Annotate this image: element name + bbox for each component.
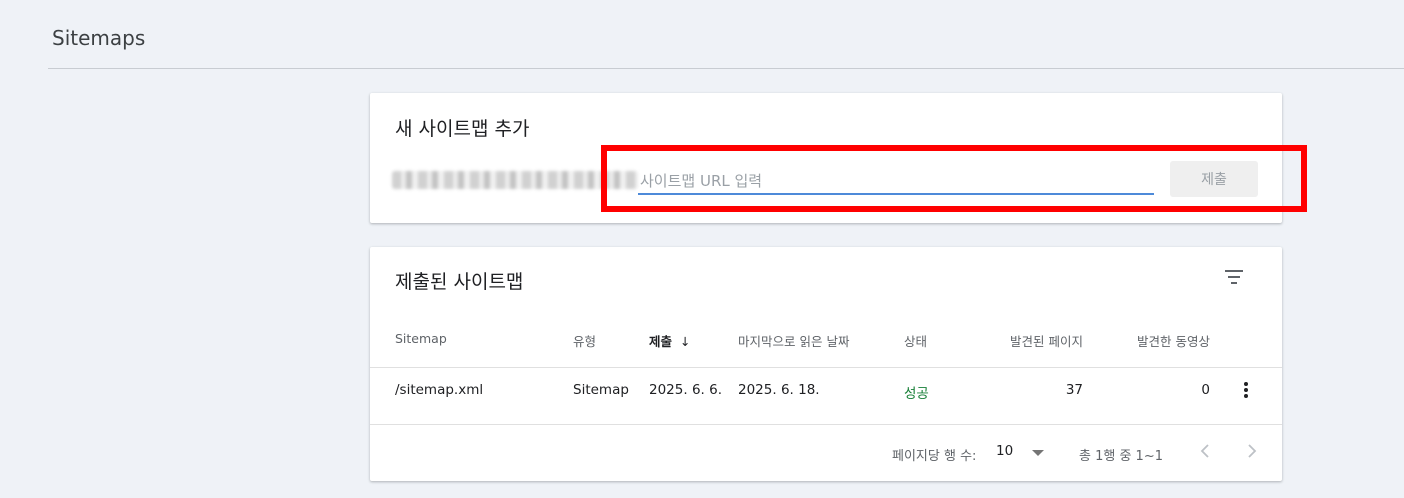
column-header-last-read[interactable]: 마지막으로 읽은 날짜 xyxy=(738,331,849,350)
cell-pages-found: 37 xyxy=(1065,382,1083,398)
cell-submitted: 2025. 6. 6. xyxy=(649,382,722,398)
column-header-status[interactable]: 상태 xyxy=(904,331,927,350)
page-title: Sitemaps xyxy=(52,26,146,50)
more-vert-icon[interactable] xyxy=(1236,380,1256,400)
column-header-sitemap[interactable]: Sitemap xyxy=(395,331,447,346)
cell-status: 성공 xyxy=(904,386,929,402)
column-header-submitted-label: 제출 xyxy=(649,334,673,349)
column-header-videos-found[interactable]: 발견한 동영상 xyxy=(1115,331,1210,350)
footer-divider-line xyxy=(370,424,1282,425)
dropdown-caret-icon xyxy=(1032,450,1044,456)
header-divider xyxy=(48,68,1404,69)
pagination-range: 총 1행 중 1~1 xyxy=(1079,449,1163,464)
rows-per-page-value: 10 xyxy=(996,443,1014,459)
rows-per-page-label: 페이지당 행 수: xyxy=(892,449,977,464)
column-header-type[interactable]: 유형 xyxy=(573,331,596,350)
prev-page-icon[interactable] xyxy=(1196,441,1216,461)
filter-icon[interactable] xyxy=(1222,267,1246,287)
add-sitemap-title: 새 사이트맵 추가 xyxy=(395,118,530,140)
sort-descending-icon: ↓ xyxy=(680,334,691,349)
submitted-sitemaps-title: 제출된 사이트맵 xyxy=(395,271,524,293)
cell-last-read: 2025. 6. 18. xyxy=(738,382,820,398)
highlight-annotation xyxy=(601,145,1307,212)
header-divider-line xyxy=(370,367,1282,368)
cell-videos-found: 0 xyxy=(1201,382,1210,398)
column-header-submitted[interactable]: 제출 ↓ xyxy=(649,331,691,350)
rows-per-page-select[interactable]: 10 xyxy=(996,443,1044,463)
next-page-icon[interactable] xyxy=(1241,441,1261,461)
submitted-sitemaps-card: 제출된 사이트맵 Sitemap 유형 제출 ↓ 마지막으로 읽은 날짜 상태 발… xyxy=(370,247,1282,481)
cell-sitemap: /sitemap.xml xyxy=(395,382,484,398)
column-header-pages-found[interactable]: 발견된 페이지 xyxy=(988,331,1083,350)
cell-type: Sitemap xyxy=(573,382,629,398)
